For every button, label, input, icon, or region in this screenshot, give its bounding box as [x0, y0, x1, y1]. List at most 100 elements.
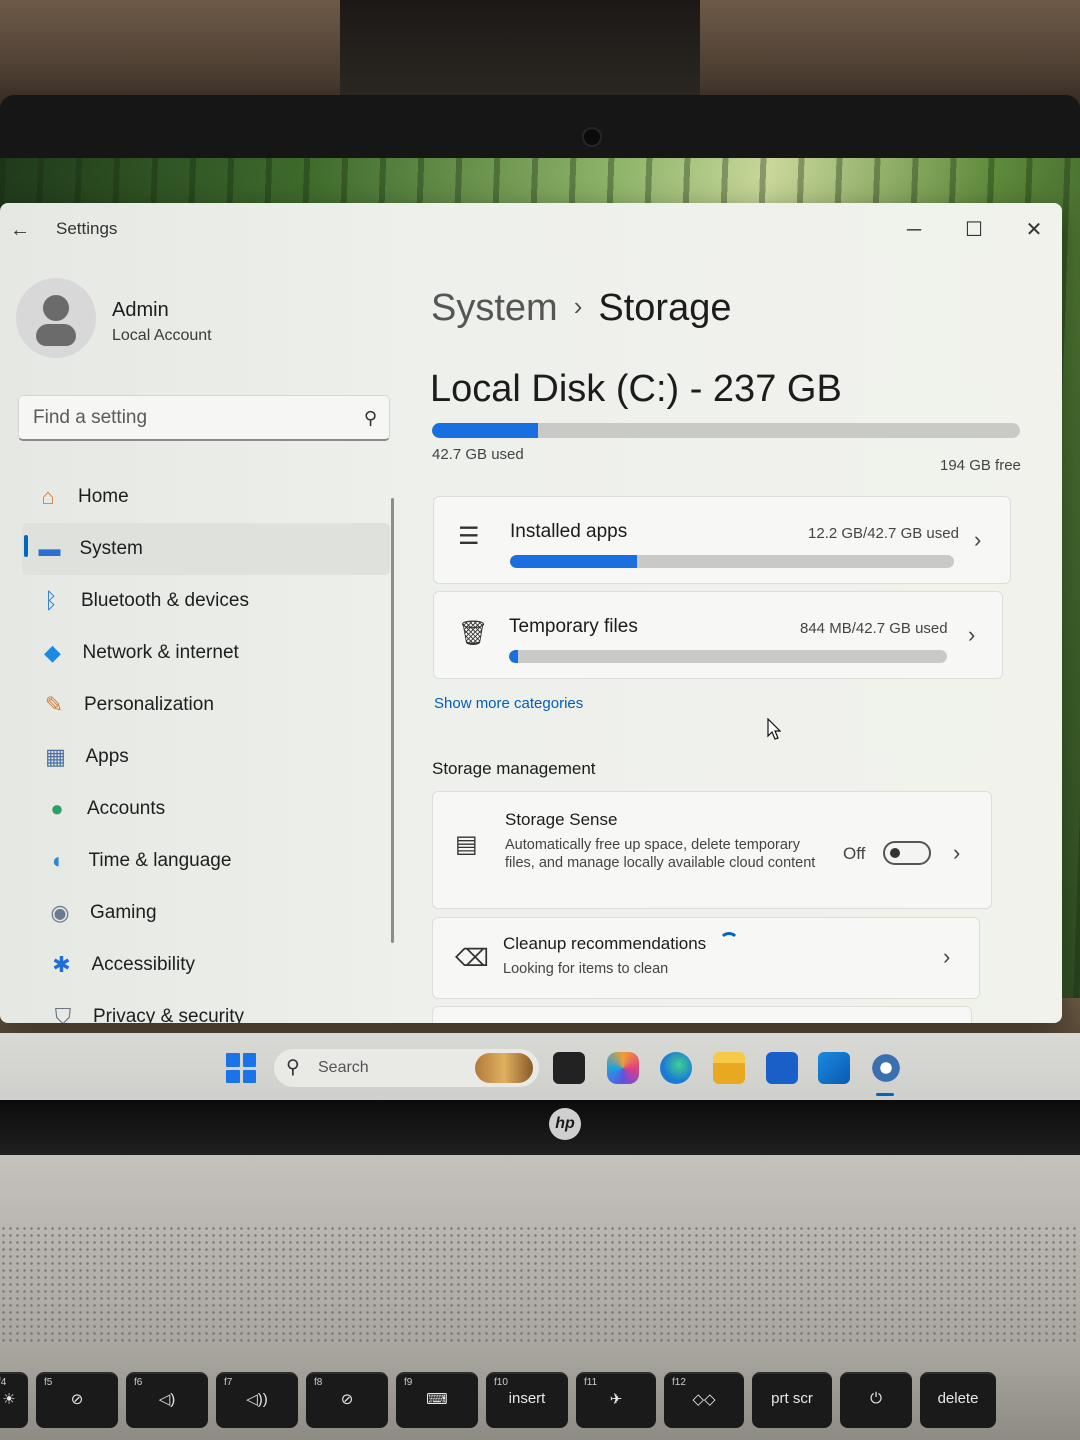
start-button[interactable]: [226, 1053, 256, 1083]
disk-title: Local Disk (C:) - 237 GB: [430, 368, 842, 410]
sidebar-item-personalization[interactable]: ✎ Personalization: [26, 679, 390, 731]
sidebar-item-system[interactable]: ▬ System: [21, 523, 390, 575]
list-icon: ☰: [458, 523, 480, 550]
search-icon[interactable]: ⚲: [364, 408, 377, 429]
sidebar-item-accessibility[interactable]: ✱ Accessibility: [34, 939, 391, 991]
storage-sense-description: Automatically free up space, delete temp…: [505, 837, 816, 871]
cleanup-subtitle: Looking for items to clean: [503, 961, 669, 977]
next-card-partial[interactable]: [432, 1006, 972, 1023]
disk-usage-bar: [432, 423, 1020, 438]
keyboard-key: f5 ⊘: [36, 1372, 118, 1428]
sidebar-item-home[interactable]: ⌂ Home: [20, 471, 390, 523]
key-label: ✈: [609, 1391, 623, 1408]
breadcrumb-separator: ›: [573, 291, 583, 321]
webcam: [582, 127, 602, 147]
category-usage: 844 MB/42.7 GB used: [800, 620, 948, 637]
laptop-hinge: [0, 1100, 1080, 1155]
sidebar-item-label: Time & language: [88, 850, 232, 871]
keyboard-key: f7 ◁)): [216, 1372, 298, 1428]
sidebar-item-gaming[interactable]: ◉ Gaming: [32, 887, 390, 939]
category-title: Installed apps: [510, 521, 628, 542]
maximize-button[interactable]: ☐: [954, 215, 994, 245]
copilot-icon[interactable]: [607, 1052, 639, 1084]
globe-icon: ◐: [51, 848, 66, 873]
window-title: Settings: [56, 219, 118, 238]
show-more-categories-link[interactable]: Show more categories: [434, 695, 583, 712]
taskbar: ⚲ Search: [0, 1033, 1080, 1101]
active-indicator: [23, 535, 28, 557]
key-label: ◁)): [246, 1391, 268, 1408]
bluetooth-icon: ᛒ: [44, 588, 58, 613]
sidebar-item-bluetooth-devices[interactable]: ᛒ Bluetooth & devices: [23, 575, 390, 627]
back-arrow-icon[interactable]: ←: [10, 219, 36, 241]
user-name: Admin: [112, 299, 169, 321]
category-usage-bar: [509, 650, 947, 663]
disk-used-label: 42.7 GB used: [432, 446, 524, 463]
sidebar-item-label: Accessibility: [91, 954, 195, 975]
trash-icon: 🗑: [458, 620, 489, 647]
settings-icon[interactable]: [870, 1052, 902, 1084]
key-label: delete: [937, 1390, 979, 1407]
sidebar-item-label: Gaming: [90, 902, 157, 923]
keyboard-key: f9 ⌨: [396, 1372, 478, 1428]
key-label: insert: [508, 1390, 546, 1407]
temporary-files-card[interactable]: 🗑 Temporary files 844 MB/42.7 GB used ›: [433, 591, 1003, 679]
sidebar-item-label: Accounts: [87, 798, 166, 819]
installed-apps-card[interactable]: ☰ Installed apps 12.2 GB/42.7 GB used ›: [433, 496, 1011, 584]
keyboard-key: f10 insert: [486, 1372, 568, 1428]
key-label: ⊘: [70, 1391, 84, 1408]
system-icon: ▬: [38, 536, 61, 561]
sidebar-nav: ⌂ Home ▬ System ᛒ Bluetooth & devices ◆ Network…: [20, 471, 390, 1023]
cleanup-recommendations-card[interactable]: ⌫ Cleanup recommendations Looking for it…: [432, 917, 980, 999]
sidebar-item-privacy-security[interactable]: ⛉ Privacy & security: [35, 991, 390, 1023]
sidebar-item-label: Privacy & security: [93, 1006, 244, 1023]
key-fn-label: f10: [494, 1377, 508, 1388]
taskbar-search-label: Search: [318, 1059, 369, 1076]
brush-icon: ✎: [44, 692, 64, 717]
key-label: ◁): [158, 1391, 176, 1408]
key-fn-label: f8: [314, 1377, 323, 1388]
category-title: Temporary files: [509, 616, 638, 637]
loading-spinner-icon: [719, 932, 739, 952]
title-bar: ← Settings ─ ☐ ✕: [0, 203, 1062, 255]
taskbar-search[interactable]: ⚲ Search: [274, 1049, 539, 1087]
storage-sense-card[interactable]: ▤ Storage Sense Automatically free up sp…: [432, 791, 992, 909]
home-icon: ⌂: [41, 484, 55, 509]
keyboard-key: delete: [920, 1372, 996, 1428]
close-button[interactable]: ✕: [1014, 215, 1054, 245]
search-icon: ⚲: [286, 1057, 300, 1078]
outlook-icon[interactable]: [818, 1052, 850, 1084]
file-explorer-icon[interactable]: [713, 1052, 745, 1084]
key-label: prt scr: [771, 1390, 813, 1407]
gamepad-icon: ◉: [50, 900, 70, 925]
terminal-icon[interactable]: [553, 1052, 585, 1084]
minimize-button[interactable]: ─: [894, 215, 934, 245]
hp-logo: hp: [549, 1108, 581, 1140]
storage-sense-toggle[interactable]: [883, 841, 931, 865]
wifi-icon: ◆: [44, 640, 61, 665]
key-fn-label: f11: [584, 1377, 598, 1388]
store-icon[interactable]: [766, 1052, 798, 1084]
avatar[interactable]: [16, 278, 96, 358]
sidebar-item-network-internet[interactable]: ◆ Network & internet: [25, 627, 391, 679]
category-usage-bar: [510, 555, 954, 568]
sidebar-item-label: System: [79, 538, 143, 559]
sidebar-item-label: Network & internet: [82, 642, 239, 663]
storage-sense-title: Storage Sense: [505, 810, 618, 829]
breadcrumb: System › Storage: [431, 287, 731, 330]
find-setting-input[interactable]: Find a setting ⚲: [18, 395, 390, 441]
sidebar-item-apps[interactable]: ▦ Apps: [28, 731, 391, 783]
speaker-grille: [0, 1225, 1080, 1345]
sidebar-item-time-language[interactable]: ◐ Time & language: [31, 835, 391, 887]
chevron-right-icon: ›: [974, 527, 982, 552]
disk-usage-fill: [432, 423, 538, 438]
chevron-right-icon: ›: [943, 944, 951, 969]
edge-icon[interactable]: [660, 1052, 692, 1084]
sidebar-scrollbar[interactable]: [391, 498, 394, 943]
key-fn-label: f4: [0, 1377, 7, 1388]
accounts-icon: ●: [50, 796, 64, 821]
chevron-right-icon: ›: [968, 622, 976, 647]
sidebar-item-label: Home: [78, 486, 129, 507]
breadcrumb-system[interactable]: System: [431, 287, 558, 329]
sidebar-item-accounts[interactable]: ● Accounts: [29, 783, 390, 835]
